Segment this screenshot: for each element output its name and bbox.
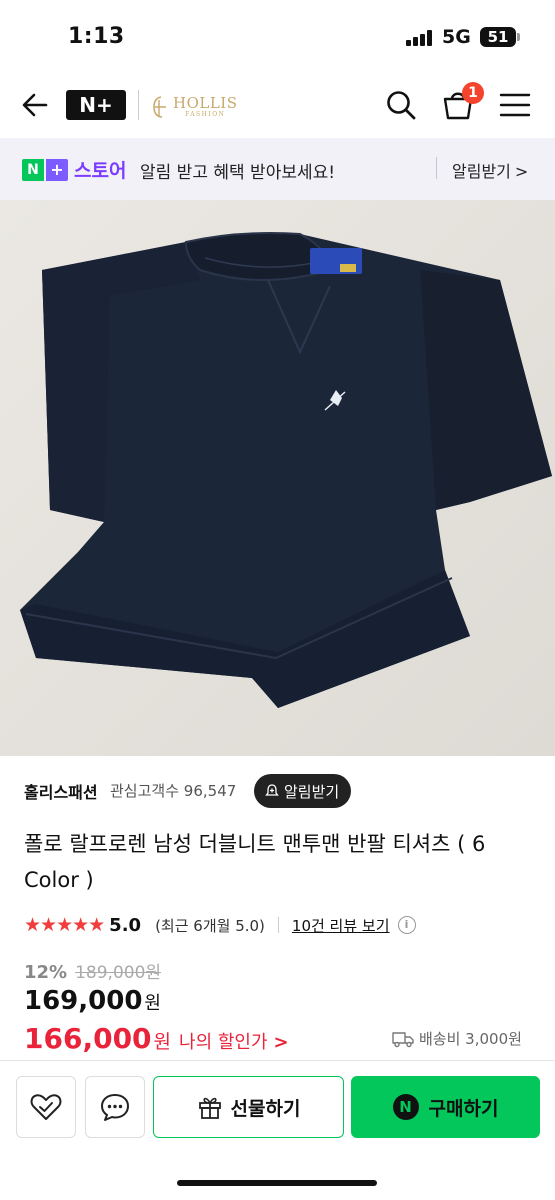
- seller-interest-count: 관심고객수 96,547: [110, 782, 237, 800]
- rating-row: ★★★★★ 5.0 (최근 6개월 5.0) 10건 리뷰 보기 i: [24, 912, 416, 938]
- chevron-right-icon: >: [273, 1032, 289, 1053]
- like-button[interactable]: [16, 1076, 76, 1138]
- heart-check-icon: [30, 1094, 62, 1120]
- back-arrow-icon[interactable]: [18, 88, 52, 122]
- product-photo: [0, 200, 555, 756]
- naver-pay-icon: N: [392, 1094, 419, 1120]
- my-discount-price[interactable]: 166,000 원 나의 할인가 >: [24, 1022, 289, 1055]
- store-brand-logo[interactable]: HOLLIS FASHION: [150, 92, 238, 122]
- review-link[interactable]: 10건 리뷰 보기: [292, 915, 390, 936]
- top-nav: N+ HOLLIS FASHION 1: [0, 74, 555, 136]
- network-type: 5G: [442, 26, 471, 48]
- status-bar: 1:13 5G 51: [0, 0, 555, 74]
- original-price: 189,000원: [75, 963, 162, 983]
- status-time: 1:13: [68, 24, 125, 49]
- rating-score: 5.0: [109, 914, 142, 936]
- store-label: 스토어: [74, 160, 127, 182]
- buy-button[interactable]: N 구매하기: [351, 1076, 540, 1138]
- purchase-bar: 선물하기 N 구매하기: [0, 1060, 555, 1200]
- nplus-text: N+: [79, 93, 113, 117]
- brand-name: HOLLIS: [173, 94, 238, 112]
- discount-row: 12% 189,000원: [24, 958, 161, 983]
- seller-name[interactable]: 홀리스패션: [24, 779, 98, 803]
- chevron-right-icon: >: [514, 162, 529, 181]
- nplus-logo[interactable]: N+: [66, 90, 126, 120]
- search-icon[interactable]: [384, 88, 418, 122]
- recent-rating: (최근 6개월 5.0): [155, 916, 265, 935]
- brand-subtitle: FASHION: [185, 111, 226, 118]
- cart-count-badge: 1: [462, 82, 484, 104]
- nplus-store-logo: N + 스토어: [22, 156, 126, 183]
- rating-divider: [277, 917, 279, 933]
- bell-plus-icon: [265, 784, 279, 796]
- truck-icon: [392, 1031, 414, 1047]
- brand-mark-icon: [153, 96, 166, 118]
- seller-alarm-button[interactable]: 알림받기: [254, 774, 352, 808]
- seller-row: 홀리스패션 관심고객수 96,547 알림받기: [24, 774, 544, 808]
- promo-message: 알림 받고 혜택 받아보세요!: [140, 163, 336, 183]
- gift-button[interactable]: 선물하기: [153, 1076, 344, 1138]
- home-indicator: [177, 1180, 377, 1186]
- battery-icon: 51: [480, 27, 520, 47]
- discount-rate: 12%: [24, 962, 68, 983]
- nav-divider: [138, 90, 139, 120]
- alarm-subscribe-link[interactable]: 알림받기 >: [452, 158, 528, 182]
- product-title: 폴로 랄프로렌 남성 더블니트 맨투맨 반팔 티셔츠 ( 6 Color ): [24, 832, 486, 892]
- chat-bubble-icon: [101, 1094, 129, 1121]
- product-image-carousel[interactable]: [0, 200, 555, 756]
- talk-talk-button[interactable]: [85, 1076, 145, 1138]
- signal-icon: [406, 30, 434, 46]
- sale-price: 169,000 원: [24, 986, 161, 1016]
- promo-divider: [436, 157, 437, 179]
- menu-icon[interactable]: [498, 90, 532, 120]
- info-icon[interactable]: i: [397, 916, 416, 934]
- gift-icon: [198, 1097, 221, 1119]
- store-alarm-banner[interactable]: N + 스토어 알림 받고 혜택 받아보세요! 알림받기 >: [0, 138, 555, 200]
- shipping-fee: 배송비 3,000원: [392, 1028, 522, 1049]
- star-rating-icon: ★★★★★: [24, 914, 105, 936]
